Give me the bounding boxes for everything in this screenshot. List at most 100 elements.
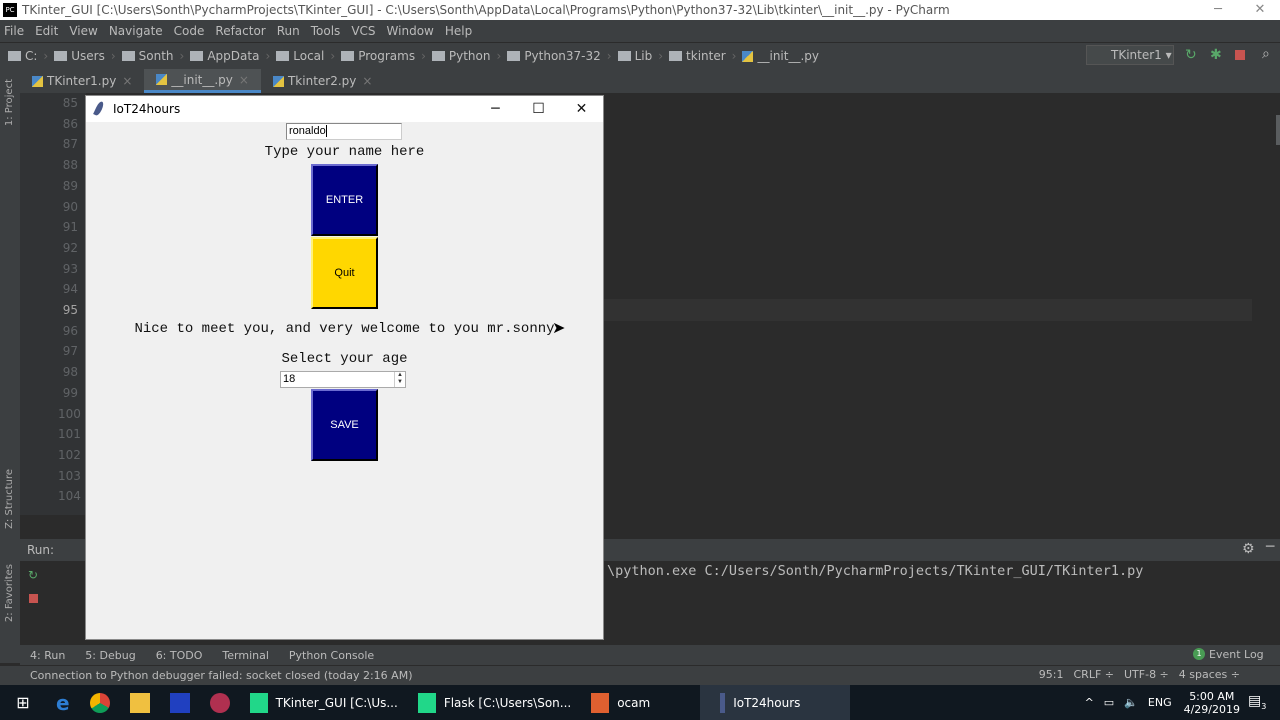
breadcrumb-item[interactable]: tkinter ›	[669, 49, 736, 63]
tk-close-button[interactable]: ✕	[560, 96, 603, 122]
tool-button-todo[interactable]: 6: TODO	[156, 649, 203, 662]
chevron-right-icon: ›	[496, 49, 502, 63]
menu-refactor[interactable]: Refactor	[215, 24, 265, 38]
rerun-icon[interactable]: ↻	[1185, 47, 1197, 63]
breadcrumb-label: Programs	[358, 49, 416, 63]
breadcrumb-label: C:	[25, 49, 38, 63]
folder-icon	[276, 51, 290, 61]
run-config-select[interactable]: TKinter1 ▾	[1086, 45, 1174, 65]
tab-initpy[interactable]: __init__.py ×	[144, 69, 261, 93]
close-tab-icon[interactable]: ×	[122, 69, 132, 93]
breadcrumb-item[interactable]: Users ›	[54, 49, 116, 63]
menu-edit[interactable]: Edit	[35, 24, 58, 38]
tool-button-run[interactable]: 4: Run	[30, 649, 65, 662]
breadcrumb-label: AppData	[207, 49, 260, 63]
taskbar-item[interactable]: TKinter_GUI [C:\Us...	[240, 685, 408, 720]
python-file-icon	[742, 50, 754, 62]
menu-run[interactable]: Run	[277, 24, 300, 38]
breadcrumb-item[interactable]: Sonth ›	[121, 49, 184, 63]
stop-icon[interactable]	[29, 594, 38, 603]
close-button[interactable]: ✕	[1240, 0, 1280, 20]
editor-scrollbar[interactable]	[1276, 115, 1280, 145]
language-indicator[interactable]: ENG	[1148, 696, 1172, 709]
tool-button-terminal[interactable]: Terminal	[222, 649, 269, 662]
tab-tkinter1py[interactable]: TKinter1.py ×	[20, 69, 144, 93]
file-explorer-icon[interactable]	[120, 685, 160, 720]
menu-file[interactable]: File	[4, 24, 24, 38]
menu-code[interactable]: Code	[174, 24, 205, 38]
settings-gear-icon[interactable]: ⚙	[1242, 541, 1255, 557]
line-number: 97	[62, 344, 78, 359]
breadcrumb-item[interactable]: C: ›	[8, 49, 48, 63]
clock[interactable]: 5:00 AM 4/29/2019	[1184, 690, 1240, 716]
python-file-icon	[156, 74, 168, 85]
close-tab-icon[interactable]: ×	[239, 68, 249, 92]
quit-button-label: Quit	[334, 267, 355, 279]
breadcrumb-item[interactable]: __init__.py	[742, 49, 819, 63]
run-label: Run:	[27, 543, 55, 557]
spin-arrows-icon[interactable]: ▲ ▼	[394, 372, 405, 387]
chrome-icon[interactable]	[80, 685, 120, 720]
menu-vcs[interactable]: VCS	[351, 24, 375, 38]
age-spinbox[interactable]: 18 ▲ ▼	[280, 371, 406, 388]
favorites-tool-tab[interactable]: 2: Favorites	[4, 564, 15, 622]
edge-icon[interactable]: e	[46, 685, 80, 720]
tab-tkinter2py[interactable]: Tkinter2.py ×	[261, 69, 384, 93]
taskbar-item-label: ocam	[617, 695, 651, 710]
run-output: \python.exe C:/Users/Sonth/PycharmProjec…	[607, 563, 1144, 579]
app-icon[interactable]	[200, 685, 240, 720]
debug-icon[interactable]: ✱	[1210, 47, 1222, 63]
breadcrumb-item[interactable]: Local ›	[276, 49, 335, 63]
volume-icon[interactable]: 🔈	[1124, 696, 1138, 709]
breadcrumb-item[interactable]: Python ›	[431, 49, 502, 63]
project-tool-tab[interactable]: 1: Project	[4, 79, 15, 126]
breadcrumb-item[interactable]: Python37-32 ›	[507, 49, 612, 63]
breadcrumb-item[interactable]: AppData ›	[190, 49, 270, 63]
taskbar-item[interactable]: IoT24hours	[700, 685, 851, 720]
status-item[interactable]: 4 spaces ÷	[1179, 668, 1240, 681]
notifications-icon[interactable]: ▤3	[1248, 693, 1266, 711]
search-icon[interactable]: ⌕	[1262, 46, 1270, 62]
breadcrumb-item[interactable]: Lib ›	[617, 49, 663, 63]
hide-panel-icon[interactable]: ─	[1266, 539, 1274, 555]
status-item[interactable]: UTF-8 ÷	[1124, 668, 1169, 681]
line-number: 95	[62, 303, 78, 317]
menu-window[interactable]: Window	[387, 24, 434, 38]
stop-icon[interactable]	[1235, 50, 1245, 60]
network-icon[interactable]: ▭	[1104, 696, 1114, 709]
isis-icon[interactable]	[160, 685, 200, 720]
taskbar-item-label: IoT24hours	[733, 695, 801, 710]
status-item[interactable]: 95:1	[1039, 668, 1064, 681]
enter-button-label: ENTER	[325, 194, 364, 206]
app-icon	[720, 692, 726, 713]
folder-icon	[617, 51, 631, 61]
quit-button[interactable]: Quit	[311, 237, 378, 309]
close-tab-icon[interactable]: ×	[362, 69, 372, 93]
menu-tools[interactable]: Tools	[311, 24, 341, 38]
chevron-right-icon: ›	[731, 49, 737, 63]
tk-minimize-button[interactable]: ─	[474, 96, 517, 122]
taskbar-item[interactable]: ocam	[581, 685, 660, 720]
structure-tool-tab[interactable]: Z: Structure	[4, 469, 15, 529]
tray-chevron-icon[interactable]: ^	[1085, 696, 1094, 709]
line-number: 89	[62, 178, 78, 193]
breadcrumb-item[interactable]: Programs ›	[341, 49, 426, 63]
folder-icon	[8, 51, 21, 61]
menu-view[interactable]: View	[69, 24, 97, 38]
menu-help[interactable]: Help	[445, 24, 472, 38]
rerun-icon[interactable]: ↻	[28, 568, 38, 582]
tk-maximize-button[interactable]: ☐	[517, 96, 560, 122]
chevron-right-icon: ›	[606, 49, 612, 63]
minimize-button[interactable]: ─	[1198, 0, 1238, 20]
taskbar-item[interactable]: Flask [C:\Users\Son...	[408, 685, 581, 720]
save-button[interactable]: SAVE	[311, 389, 378, 461]
name-input[interactable]: ronaldo	[286, 123, 402, 140]
tool-button-debug[interactable]: 5: Debug	[85, 649, 135, 662]
status-item[interactable]: CRLF ÷	[1074, 668, 1115, 681]
start-button[interactable]: ⊞	[0, 685, 46, 720]
line-number: 103	[58, 468, 81, 483]
enter-button[interactable]: ENTER	[311, 164, 378, 236]
menu-navigate[interactable]: Navigate	[109, 24, 163, 38]
tool-button-pythonconsole[interactable]: Python Console	[289, 649, 374, 662]
event-log-button[interactable]: Event Log	[1209, 648, 1264, 661]
